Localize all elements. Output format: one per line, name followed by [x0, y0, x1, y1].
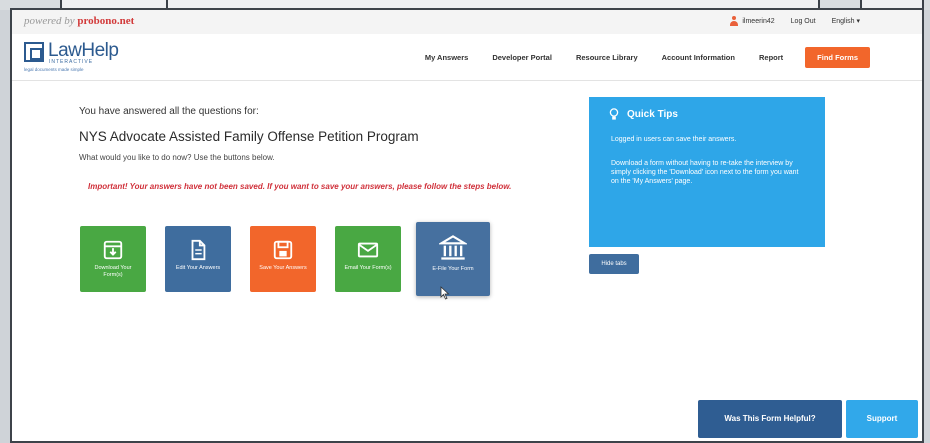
courthouse-icon — [439, 235, 467, 260]
next-step-prompt: What would you like to do now? Use the b… — [79, 153, 275, 162]
edit-answers-button[interactable]: Edit Your Answers — [165, 226, 231, 292]
nav-report[interactable]: Report — [759, 53, 783, 62]
hide-tabs-button[interactable]: Hide tabs — [589, 254, 639, 274]
quick-tips-paragraph-1: Logged in users can save their answers. — [611, 136, 737, 143]
support-button[interactable]: Support — [846, 400, 918, 438]
nav-links: My Answers Developer Portal Resource Lib… — [425, 47, 870, 68]
page-frame: powered by probono.net ilmeerin42 Log Ou… — [10, 8, 924, 443]
quick-tips-paragraph-2: Download a form without having to re-tak… — [611, 160, 799, 185]
logo-mark-icon — [24, 42, 44, 62]
email-forms-label: Email Your Form(s) — [344, 265, 392, 271]
nav-resource-library[interactable]: Resource Library — [576, 53, 638, 62]
document-icon — [191, 239, 206, 261]
powered-by-bar: powered by probono.net ilmeerin42 Log Ou… — [12, 10, 922, 35]
user-icon — [730, 16, 739, 26]
find-forms-button[interactable]: Find Forms — [805, 47, 870, 68]
lightbulb-icon — [609, 108, 619, 120]
logo-subtext: INTERACTIVE — [49, 59, 94, 65]
main-navbar: LawHelp INTERACTIVE legal documents made… — [12, 34, 922, 81]
quick-tips-panel: Quick Tips Logged in users can save thei… — [589, 97, 825, 247]
logo-tagline: legal documents made simple — [24, 67, 84, 72]
save-icon — [273, 240, 293, 260]
quick-tips-header: Quick Tips — [609, 108, 678, 121]
efile-form-label: E-File Your Form — [432, 266, 474, 272]
save-answers-button[interactable]: Save Your Answers — [250, 226, 316, 292]
nav-my-answers[interactable]: My Answers — [425, 53, 469, 62]
email-forms-button[interactable]: Email Your Form(s) — [335, 226, 401, 292]
efile-form-button[interactable]: E-File Your Form — [416, 222, 490, 296]
download-forms-button[interactable]: Download Your Form(s) — [80, 226, 146, 292]
edit-answers-label: Edit Your Answers — [175, 265, 221, 271]
nav-account-information[interactable]: Account Information — [662, 53, 735, 62]
logout-link[interactable]: Log Out — [791, 18, 816, 25]
save-answers-label: Save Your Answers — [259, 265, 307, 271]
download-icon — [103, 240, 123, 260]
lawhelp-logo[interactable]: LawHelp INTERACTIVE legal documents made… — [24, 39, 134, 75]
save-warning: Important! Your answers have not been sa… — [88, 182, 512, 191]
was-form-helpful-button[interactable]: Was This Form Helpful? — [698, 400, 842, 438]
language-dropdown[interactable]: English ▾ — [832, 17, 860, 25]
username: ilmeerin42 — [742, 17, 775, 25]
main-content: You have answered all the questions for:… — [12, 81, 922, 441]
form-title: NYS Advocate Assisted Family Offense Pet… — [79, 129, 419, 144]
envelope-icon — [357, 242, 379, 258]
nav-developer-portal[interactable]: Developer Portal — [492, 53, 552, 62]
account-bar: ilmeerin42 Log Out English ▾ — [730, 16, 860, 26]
mouse-cursor-icon — [440, 286, 450, 300]
answered-text: You have answered all the questions for: — [79, 106, 259, 117]
powered-by-prefix: powered by — [24, 15, 75, 27]
download-forms-label: Download Your Form(s) — [94, 265, 132, 278]
powered-by[interactable]: powered by probono.net — [24, 15, 134, 27]
powered-by-name: probono.net — [77, 15, 135, 27]
quick-tips-title: Quick Tips — [627, 109, 678, 120]
user-menu[interactable]: ilmeerin42 — [730, 16, 775, 26]
